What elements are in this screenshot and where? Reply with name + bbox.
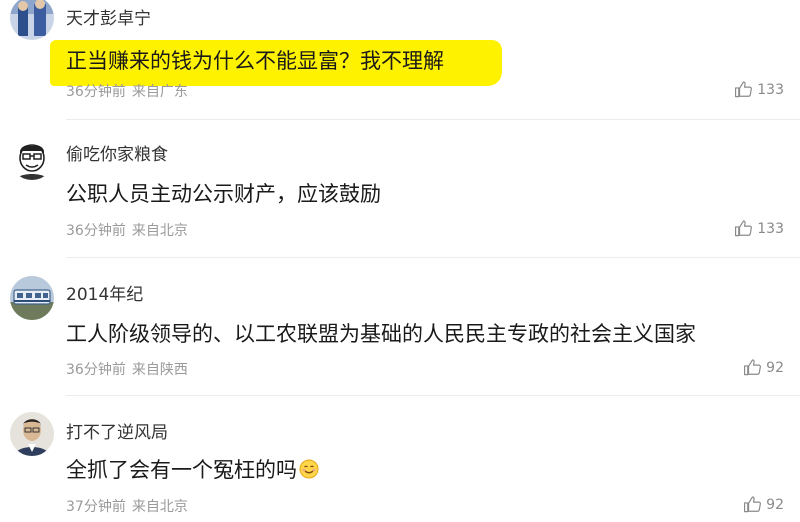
like-count: 92 xyxy=(766,359,784,376)
comment-item: 天才彭卓宁 正当赚来的钱为什么不能显富？我不理解 36分钟前 来自广东 133 xyxy=(0,0,800,120)
comment-text: 正当赚来的钱为什么不能显富？我不理解 xyxy=(66,49,444,73)
thumbs-up-icon xyxy=(744,496,762,513)
thumbs-up-icon xyxy=(735,220,753,237)
like-button[interactable]: 92 xyxy=(743,358,784,377)
smile-emoji-icon xyxy=(299,459,319,479)
comment-time: 37分钟前 xyxy=(66,499,126,515)
like-count: 133 xyxy=(757,220,784,237)
comment-text: 全抓了会有一个冤枉的吗 xyxy=(66,454,319,484)
comment-location: 来自广东 xyxy=(131,84,188,100)
comment-time: 36分钟前 xyxy=(66,84,126,100)
comment-item: 打不了逆风局 全抓了会有一个冤枉的吗 37分钟前 来自北京 92 xyxy=(0,396,800,522)
comment-location: 来自陕西 xyxy=(131,362,188,378)
like-count: 133 xyxy=(757,81,784,98)
comment-text-content: 全抓了会有一个冤枉的吗 xyxy=(66,458,297,482)
comment-time: 36分钟前 xyxy=(66,362,126,378)
thumbs-up-icon xyxy=(744,359,762,376)
like-button[interactable]: 133 xyxy=(734,219,784,238)
comment-meta: 36分钟前 来自北京 xyxy=(66,220,188,240)
like-count: 92 xyxy=(766,496,784,513)
avatar[interactable] xyxy=(10,136,54,180)
comment-location: 来自北京 xyxy=(131,223,188,239)
avatar[interactable] xyxy=(10,0,54,40)
comment-item: 偷吃你家粮食 公职人员主动公示财产，应该鼓励 36分钟前 来自北京 133 xyxy=(0,120,800,258)
train-photo-avatar-icon xyxy=(10,276,54,320)
comment-meta: 36分钟前 来自广东 xyxy=(66,81,188,101)
comment-username[interactable]: 偷吃你家粮食 xyxy=(66,140,168,165)
comment-meta: 36分钟前 来自陕西 xyxy=(66,359,188,379)
comment-username[interactable]: 2014年纪 xyxy=(66,280,143,305)
avatar[interactable] xyxy=(10,276,54,320)
portrait-avatar-icon xyxy=(10,412,54,456)
like-button[interactable]: 133 xyxy=(734,80,784,99)
like-button[interactable]: 92 xyxy=(743,495,784,514)
avatar[interactable] xyxy=(10,412,54,456)
comment-username[interactable]: 打不了逆风局 xyxy=(66,418,168,443)
comment-meta: 37分钟前 来自北京 xyxy=(66,496,188,516)
avatar-photo-icon xyxy=(10,0,54,40)
comment-username[interactable]: 天才彭卓宁 xyxy=(66,4,151,29)
comment-feed: 天才彭卓宁 正当赚来的钱为什么不能显富？我不理解 36分钟前来自广东 133 xyxy=(0,0,800,522)
comment-item: 2014年纪 工人阶级领导的、以工农联盟为基础的人民民主专政的社会主义国家 36… xyxy=(0,258,800,396)
comment-time: 36分钟前 xyxy=(66,223,126,239)
comment-text: 公职人员主动公示财产，应该鼓励 xyxy=(66,182,381,206)
cartoon-avatar-icon xyxy=(10,136,54,180)
thumbs-up-icon xyxy=(735,81,753,98)
comment-text: 工人阶级领导的、以工农联盟为基础的人民民主专政的社会主义国家 xyxy=(66,322,696,346)
comment-location: 来自北京 xyxy=(131,499,188,515)
